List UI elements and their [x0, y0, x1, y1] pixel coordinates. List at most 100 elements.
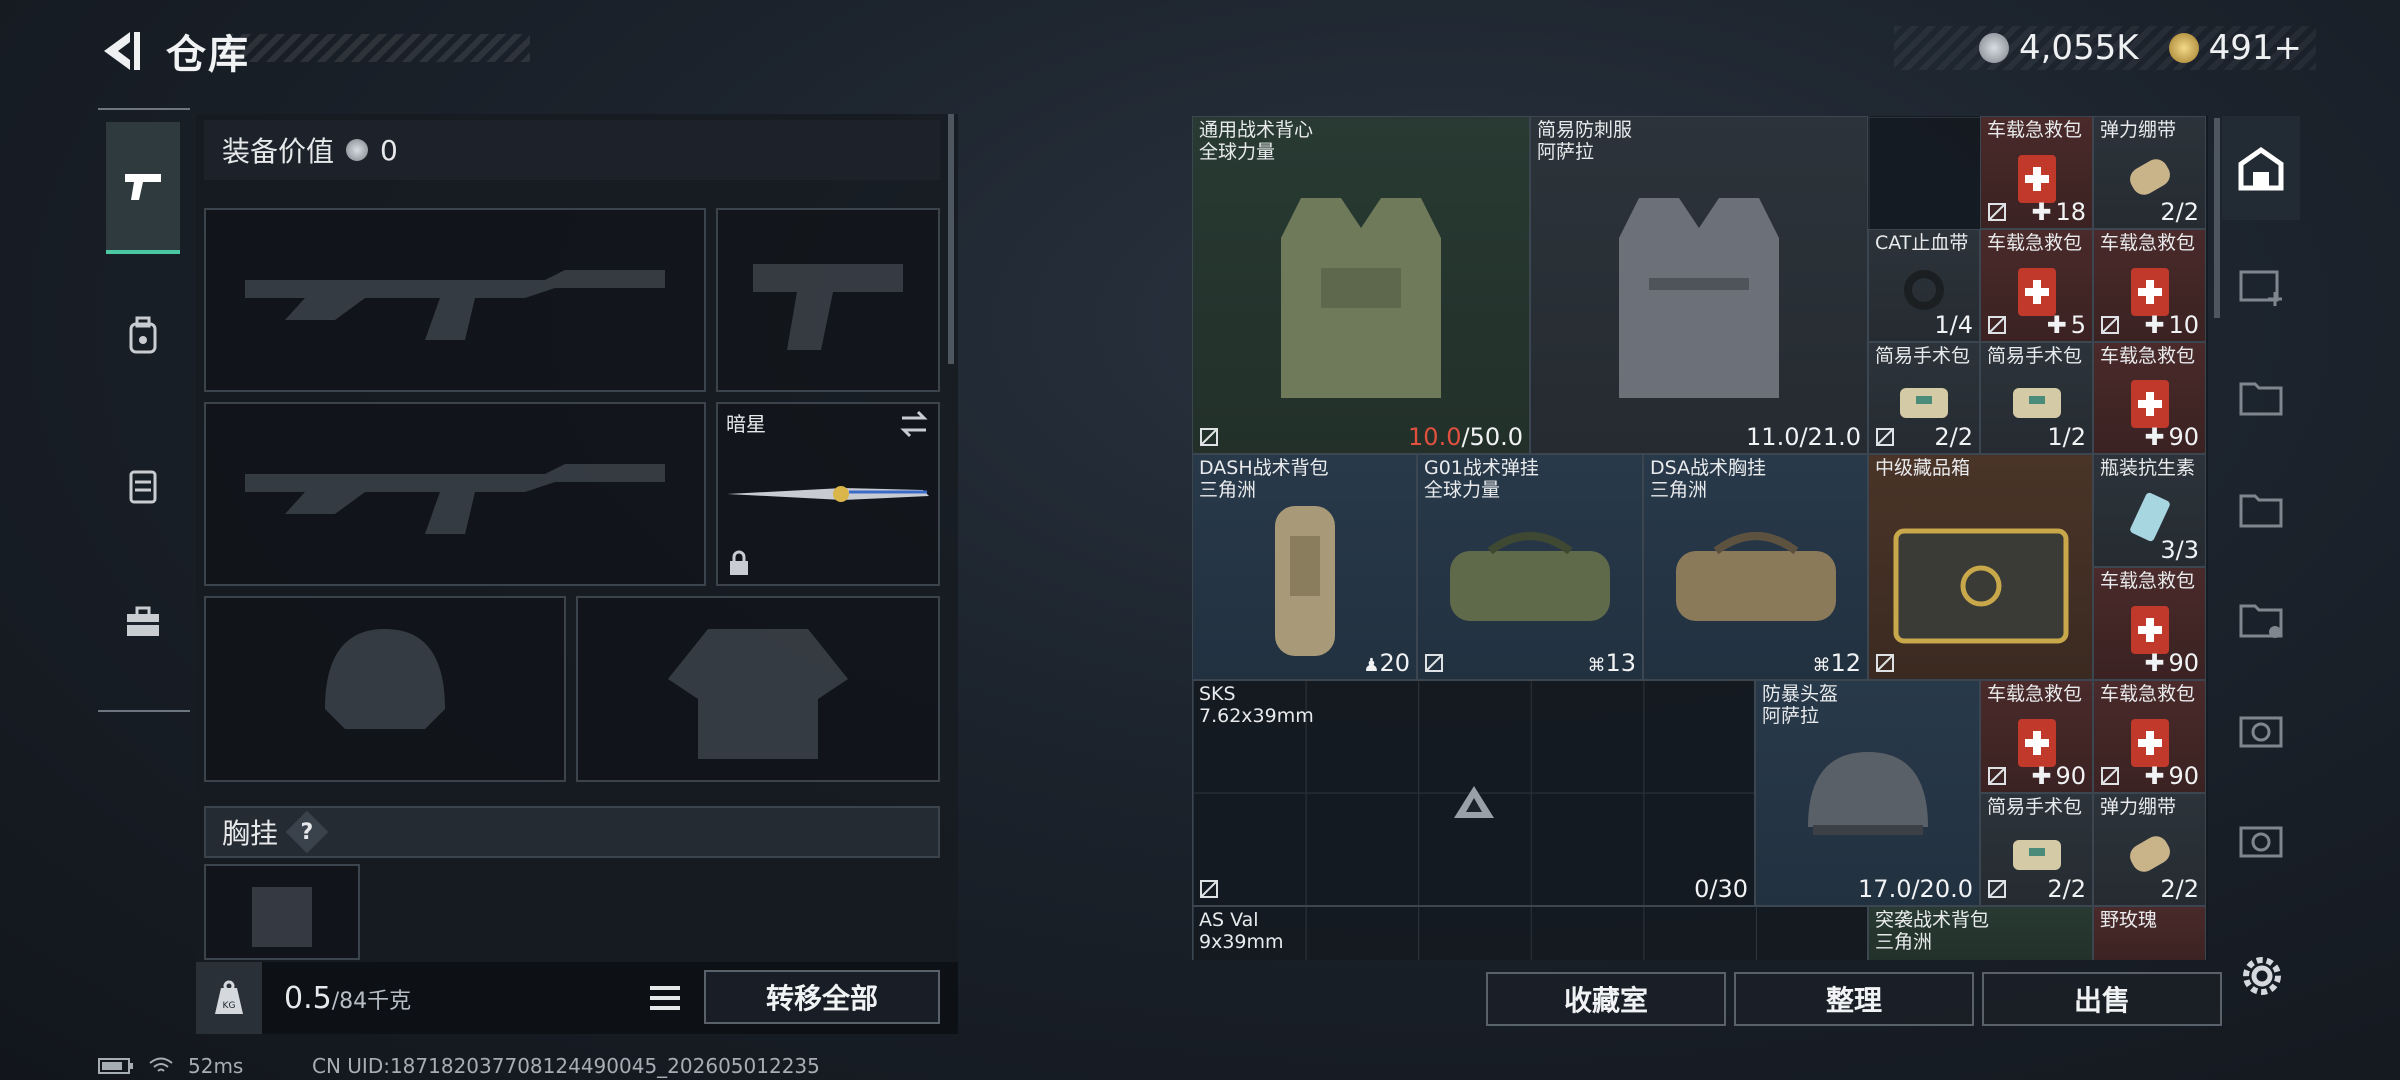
chest-rig-label: 胸挂	[222, 817, 279, 850]
no-insure-icon	[1876, 654, 1894, 672]
no-insure-icon	[2101, 767, 2119, 785]
stash-item-first-aid[interactable]: 车载急救包 ✚ 90	[1980, 680, 2093, 793]
surgery-kit-icon	[1900, 388, 1948, 419]
tab-extend-stash-5[interactable]	[2222, 786, 2300, 890]
armor-slot[interactable]	[576, 596, 940, 782]
coin-icon	[1978, 33, 2009, 63]
stash-item-first-aid[interactable]: 车载急救包 ✚ 18	[1980, 116, 2093, 229]
stash-item-sks[interactable]: SKS 7.62x39mm 0/30	[1192, 680, 1755, 906]
currency-bar: 4,055K 491+	[1894, 26, 2316, 70]
pistol-silhouette-icon	[753, 264, 903, 350]
stash-item-bandage[interactable]: 弹力绷带 2/2	[2093, 793, 2206, 906]
list-view-button[interactable]	[642, 974, 688, 1022]
folder-icon	[2239, 494, 2283, 528]
crate-image	[1893, 528, 2068, 644]
backpack-icon	[129, 316, 157, 354]
stash-grid[interactable]: 通用战术背心 全球力量 10.0/50.0 简易防刺服 阿萨拉 11.0/21.0 …	[1192, 116, 2208, 960]
equip-value-label: 装备价值	[222, 135, 335, 168]
tab-extend-stash-2[interactable]	[2222, 456, 2300, 560]
tab-case[interactable]	[106, 556, 180, 688]
stash-item-tactical-vest[interactable]: 通用战术背心 全球力量 10.0/50.0	[1192, 116, 1530, 454]
back-arrow-icon[interactable]	[96, 26, 146, 76]
weight-icon: KG	[196, 962, 262, 1034]
tab-extend-stash-4[interactable]	[2222, 676, 2300, 780]
sell-button[interactable]: 出售	[1982, 972, 2222, 1026]
user-uid: CN UID:18718203770812449004​5_2026050122…	[312, 1054, 820, 1078]
token-amount: 491+	[2208, 28, 2302, 68]
tab-weapons[interactable]	[106, 122, 180, 254]
pistol-icon	[125, 174, 161, 200]
duffel-bag-image	[1675, 531, 1836, 621]
tourniquet-icon	[1904, 269, 1944, 310]
stash-item-first-aid[interactable]: 车载急救包 ✚ 5	[1980, 229, 2093, 342]
storage-rail	[2222, 116, 2300, 956]
collection-room-button[interactable]: 收藏室	[1486, 972, 1726, 1026]
toolbox-icon	[127, 606, 159, 636]
stash-item-first-aid[interactable]: 车载急救包 ✚ 90	[2093, 680, 2206, 793]
stash-item-g01-rig[interactable]: G01战术弹挂 全球力量 ⌘13	[1417, 454, 1643, 680]
helmet-image	[1807, 751, 1928, 835]
tab-extend-stash-3[interactable]	[2222, 566, 2300, 670]
no-insure-icon	[1988, 880, 2006, 898]
primary-weapon-slot[interactable]	[204, 208, 706, 392]
no-insure-icon	[1988, 203, 2006, 221]
add-storage-icon	[2239, 270, 2282, 306]
vest-image	[1281, 198, 1441, 399]
vest-image	[1619, 198, 1779, 399]
armor-silhouette-icon	[668, 629, 848, 759]
stash-item-first-aid[interactable]: 车载急救包 ✚ 10	[2093, 229, 2206, 342]
vest-icon	[129, 470, 157, 504]
gear-icon[interactable]	[2238, 952, 2286, 1000]
no-insure-icon	[1988, 767, 2006, 785]
chest-rig-slot[interactable]	[204, 864, 360, 960]
helmet-slot[interactable]	[204, 596, 566, 782]
no-insure-icon	[1200, 880, 1218, 898]
stash-item-collection-box[interactable]: 中级藏品箱	[1868, 454, 2093, 680]
stash-item-stab-vest[interactable]: 简易防刺服 阿萨拉 11.0/21.0	[1530, 116, 1868, 454]
knife-icon	[727, 486, 929, 502]
stash-item-first-aid[interactable]: 车载急救包 ✚ 90	[2093, 342, 2206, 454]
coin-balance[interactable]: 4,055K	[1978, 28, 2139, 68]
stash-item-antibiotics[interactable]: 瓶装抗生素 3/3	[2093, 454, 2206, 567]
stash-item-surgery-kit[interactable]: 简易手术包 1/2	[1980, 342, 2093, 454]
token-icon	[2168, 33, 2199, 63]
stash-item-surgery-kit[interactable]: 简易手术包 2/2	[1980, 793, 2093, 906]
folder-icon	[2239, 382, 2283, 416]
melee-slot[interactable]: 暗星	[716, 402, 940, 586]
tab-vest[interactable]	[106, 420, 180, 552]
stash-item-tourniquet[interactable]: CAT止血带 1/4	[1868, 229, 1980, 342]
placeholder-triangle-icon	[1453, 785, 1494, 818]
equip-value: 0	[380, 133, 398, 167]
tab-backpack[interactable]	[106, 270, 180, 402]
stash-item-first-aid[interactable]: 车载急救包 ✚ 90	[2093, 567, 2206, 680]
pistol-slot[interactable]	[716, 208, 940, 392]
no-insure-icon	[2101, 316, 2119, 334]
stash-scrollbar[interactable]	[2214, 118, 2220, 318]
battery-icon	[98, 1058, 133, 1074]
stash-item-wild-rose[interactable]: 野玫瑰	[2093, 906, 2206, 960]
tab-extend-stash-1[interactable]	[2222, 344, 2300, 448]
swap-icon[interactable]	[898, 410, 930, 438]
stash-item-bandage[interactable]: 弹力绷带 2/2	[2093, 116, 2206, 229]
stash-item-surgery-kit[interactable]: 简易手术包 2/2	[1868, 342, 1980, 454]
help-icon[interactable]: ?	[285, 810, 329, 854]
stash-item-dash-backpack[interactable]: DASH战术背包 三角洲 ♟20	[1192, 454, 1417, 680]
equipment-value-row: 装备价值 0	[204, 120, 940, 180]
stash-item-as-val[interactable]: AS Val 9x39mm	[1192, 906, 1868, 960]
melee-name: 暗星	[726, 412, 766, 436]
tab-extend-stash-add[interactable]	[2222, 232, 2300, 336]
transfer-all-button[interactable]: 转移全部	[704, 970, 940, 1024]
tab-main-stash[interactable]	[2222, 116, 2300, 220]
organize-button[interactable]: 整理	[1734, 972, 1974, 1026]
secondary-weapon-slot[interactable]	[204, 402, 706, 586]
token-balance[interactable]: 491+	[2168, 28, 2302, 68]
stash-item-dsa-rig[interactable]: DSA战术胸挂 三角洲 ⌘12	[1643, 454, 1868, 680]
duffel-bag-image	[1450, 531, 1610, 621]
status-bar: 52ms	[98, 1054, 243, 1078]
stash-item-riot-helmet[interactable]: 防暴头盔 阿萨拉 17.0/20.0	[1755, 680, 1980, 906]
ping-readout: 52ms	[188, 1054, 244, 1078]
wifi-icon	[149, 1057, 173, 1072]
warehouse-icon	[2238, 146, 2284, 191]
stash-item-assault-backpack[interactable]: 突袭战术背包 三角洲	[1868, 906, 2093, 960]
loadout-scrollbar[interactable]	[948, 114, 954, 364]
